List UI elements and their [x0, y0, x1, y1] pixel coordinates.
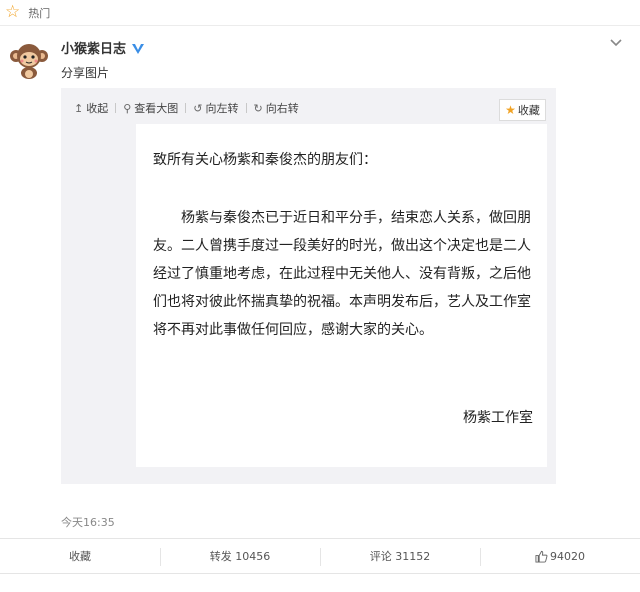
favorite-button[interactable]: 收藏 — [0, 539, 160, 573]
statement-signature: 杨紫工作室 — [463, 410, 533, 426]
view-large-label: 查看大图 — [134, 102, 179, 115]
image-favorite-label: 收藏 — [517, 104, 540, 117]
like-button[interactable]: 94020 — [480, 539, 640, 573]
repost-label: 转发 10456 — [209, 550, 271, 563]
star-outline-icon: ☆ — [5, 2, 21, 22]
image-toolbar: ↥ 收起 ⚲ 查看大图 ↺ 向左转 ↻ 向右转 — [74, 100, 299, 116]
hot-bar: ☆ 热门 — [0, 0, 640, 26]
view-large-button[interactable]: ⚲ 查看大图 — [123, 100, 178, 116]
statement-body: 杨紫与秦俊杰已于近日和平分手，结束恋人关系，做回朋友。二人曾携手度过一段美好的时… — [153, 210, 531, 338]
collapse-label: 收起 — [86, 102, 109, 115]
star-icon: ★ — [505, 103, 516, 117]
collapse-arrow-icon: ↥ — [74, 101, 84, 115]
post-subtitle: 分享图片 — [61, 66, 110, 80]
divider — [245, 103, 247, 113]
hot-label: 热门 — [28, 6, 51, 20]
collapse-button[interactable]: ↥ 收起 — [74, 100, 108, 116]
rotate-left-label: 向左转 — [205, 102, 239, 115]
comment-label: 评论 31152 — [369, 550, 431, 563]
divider — [115, 103, 117, 113]
favorite-label: 收藏 — [69, 550, 91, 563]
monkey-avatar-icon — [10, 44, 48, 79]
rotate-right-icon: ↻ — [253, 101, 263, 115]
statement-greeting: 致所有关心杨紫和秦俊杰的朋友们： — [153, 152, 377, 168]
image-favorite-button[interactable]: ★ 收藏 — [499, 99, 546, 121]
rotate-left-button[interactable]: ↺ 向左转 — [193, 100, 238, 116]
repost-button[interactable]: 转发 10456 — [160, 539, 320, 573]
author-name-text[interactable]: 小猴紫日志 — [61, 38, 126, 57]
action-bar: 收藏 转发 10456 评论 31152 94020 — [0, 538, 640, 574]
rotate-right-button[interactable]: ↻ 向右转 — [254, 100, 299, 116]
rotate-right-label: 向右转 — [265, 102, 299, 115]
verified-v-icon — [132, 43, 145, 54]
chevron-down-icon[interactable] — [609, 36, 623, 50]
statement-image[interactable]: 致所有关心杨紫和秦俊杰的朋友们： 杨紫与秦俊杰已于近日和平分手，结束恋人关系，做… — [136, 124, 547, 467]
image-viewer: ↥ 收起 ⚲ 查看大图 ↺ 向左转 ↻ 向右转 ★ 收藏 致所有关心杨紫和秦俊杰… — [61, 88, 556, 484]
divider — [185, 103, 187, 113]
like-count: 94020 — [550, 549, 585, 563]
author-name[interactable]: 小猴紫日志 — [61, 38, 145, 57]
thumbs-up-icon — [535, 550, 548, 563]
rotate-left-icon: ↺ — [193, 101, 203, 115]
avatar[interactable] — [8, 38, 50, 80]
magnifier-icon: ⚲ — [123, 101, 132, 115]
post-timestamp[interactable]: 今天16:35 — [61, 514, 115, 530]
comment-button[interactable]: 评论 31152 — [320, 539, 480, 573]
